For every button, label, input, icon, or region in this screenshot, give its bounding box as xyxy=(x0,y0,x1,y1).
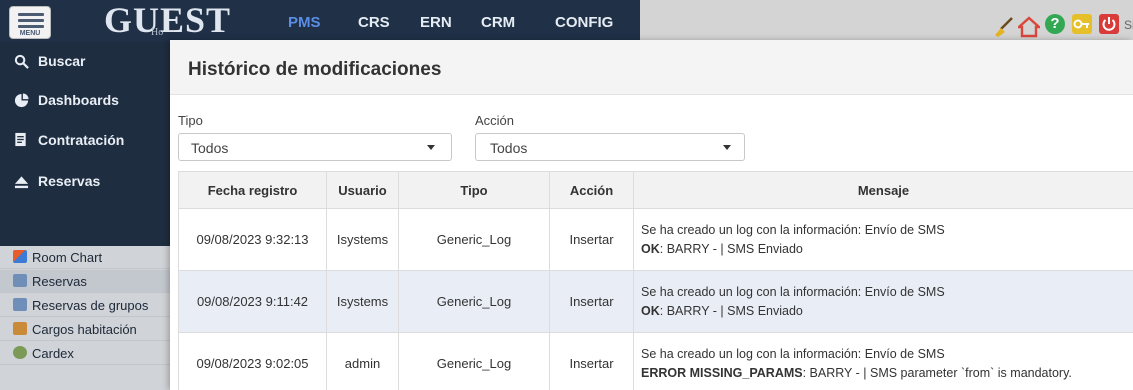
tipo-filter-select[interactable]: Todos xyxy=(178,133,452,161)
accion-filter-select[interactable]: Todos xyxy=(475,133,745,161)
sidebar-subitem-label: Cargos habitación xyxy=(32,322,137,337)
tipo-filter-value: Todos xyxy=(191,140,229,156)
cell-usuario: admin xyxy=(326,332,399,390)
room-charges-icon xyxy=(13,322,27,335)
sidebar-item-label: Buscar xyxy=(38,53,86,69)
chevron-down-icon xyxy=(723,145,731,150)
nav-crs[interactable]: CRS xyxy=(358,14,390,31)
sidebar: Buscar Dashboards Contratación Reservas … xyxy=(0,42,170,390)
cell-tipo: Generic_Log xyxy=(398,270,550,333)
cell-mensaje: Se ha creado un log con la información: … xyxy=(633,208,1133,271)
modal-header: Histórico de modificaciones xyxy=(170,40,1133,95)
message-status-line: ERROR MISSING_PARAMS: BARRY - | SMS para… xyxy=(641,364,1133,383)
key-icon[interactable] xyxy=(1072,14,1092,34)
cell-accion: Insertar xyxy=(549,332,634,390)
nav-crm[interactable]: CRM xyxy=(481,14,515,31)
reservation-icon xyxy=(13,274,27,287)
pie-chart-icon xyxy=(14,93,29,108)
cell-tipo: Generic_Log xyxy=(398,332,550,390)
cell-fecha: 09/08/2023 9:32:13 xyxy=(178,208,327,271)
sidebar-subitem-label: Reservas xyxy=(32,274,87,289)
sidebar-item-reservas[interactable]: Reservas xyxy=(0,162,170,202)
column-header-tipo[interactable]: Tipo xyxy=(398,171,550,209)
message-status-line: OK: BARRY - | SMS Enviado xyxy=(641,302,1133,321)
nav-pms[interactable]: PMS xyxy=(288,14,321,31)
cell-accion: Insertar xyxy=(549,208,634,271)
nav-config[interactable]: CONFIG xyxy=(555,14,613,31)
power-icon[interactable] xyxy=(1099,14,1119,34)
message-line: Se ha creado un log con la información: … xyxy=(641,222,945,237)
message-status: OK xyxy=(641,303,660,318)
sidebar-subitem-label: Cardex xyxy=(32,346,74,361)
modal-title: Histórico de modificaciones xyxy=(188,59,442,80)
sidebar-subitem-room-chart[interactable]: Room Chart xyxy=(0,246,170,269)
message-status-line: OK: BARRY - | SMS Enviado xyxy=(641,240,1133,259)
history-modal: Histórico de modificaciones Tipo Todos A… xyxy=(170,40,1133,390)
sidebar-item-contratacion[interactable]: Contratación xyxy=(0,121,170,161)
message-detail: : BARRY - | SMS parameter `from` is mand… xyxy=(802,365,1072,380)
message-detail: : BARRY - | SMS Enviado xyxy=(659,303,803,318)
table-row[interactable]: 09/08/2023 9:32:13 Isystems Generic_Log … xyxy=(178,208,1133,271)
nav-ern[interactable]: ERN xyxy=(420,14,452,31)
sidebar-subitem-cargos-habitacion[interactable]: Cargos habitación xyxy=(0,318,170,341)
cell-fecha: 09/08/2023 9:11:42 xyxy=(178,270,327,333)
accion-filter-label: Acción xyxy=(475,113,515,128)
cell-fecha: 09/08/2023 9:02:05 xyxy=(178,332,327,390)
sidebar-item-label: Reservas xyxy=(38,173,101,189)
group-reservation-icon xyxy=(13,298,27,311)
sidebar-item-label: Contratación xyxy=(38,132,125,148)
cell-usuario: Isystems xyxy=(326,270,399,333)
sidebar-item-dashboards[interactable]: Dashboards xyxy=(0,80,170,120)
app-logo-subtitle: Ho xyxy=(151,27,164,38)
sidebar-item-label: Dashboards xyxy=(38,92,119,108)
hamburger-icon xyxy=(18,13,44,16)
message-detail: : BARRY - | SMS Enviado xyxy=(659,241,803,256)
sidebar-subitem-label: Reservas de grupos xyxy=(32,298,149,313)
column-header-accion[interactable]: Acción xyxy=(549,171,634,209)
message-line: Se ha creado un log con la información: … xyxy=(641,284,945,299)
cell-usuario: Isystems xyxy=(326,208,399,271)
cell-mensaje: Se ha creado un log con la información: … xyxy=(633,270,1133,333)
cell-accion: Insertar xyxy=(549,270,634,333)
broom-icon[interactable] xyxy=(992,16,1014,38)
room-chart-icon xyxy=(13,250,27,263)
column-header-mensaje[interactable]: Mensaje xyxy=(633,171,1133,209)
column-header-usuario[interactable]: Usuario xyxy=(326,171,399,209)
sidebar-subitem-reservas[interactable]: Reservas xyxy=(0,270,170,293)
help-icon[interactable]: ? xyxy=(1045,14,1065,34)
sidebar-item-buscar[interactable]: Buscar xyxy=(0,42,170,82)
menu-button-label: MENU xyxy=(19,30,41,37)
history-table: Fecha registro Usuario Tipo Acción Mensa… xyxy=(178,171,1133,390)
app-logo: GUEST xyxy=(104,0,232,40)
user-name[interactable]: Si xyxy=(1124,18,1133,32)
cardex-icon xyxy=(13,346,27,359)
message-status: OK xyxy=(641,241,660,256)
table-row[interactable]: 09/08/2023 9:02:05 admin Generic_Log Ins… xyxy=(178,332,1133,390)
document-icon xyxy=(15,132,26,147)
chevron-down-icon xyxy=(427,145,435,150)
tipo-filter-label: Tipo xyxy=(178,113,203,128)
sidebar-subitem-label: Room Chart xyxy=(32,250,103,265)
sidebar-subitem-reservas-de-grupos[interactable]: Reservas de grupos xyxy=(0,294,170,317)
history-table-container: Fecha registro Usuario Tipo Acción Mensa… xyxy=(178,171,1133,390)
sidebar-subitem-cardex[interactable]: Cardex xyxy=(0,342,170,365)
cell-mensaje: Se ha creado un log con la información: … xyxy=(633,332,1133,390)
accion-filter-value: Todos xyxy=(490,140,528,156)
message-line: Se ha creado un log con la información: … xyxy=(641,346,945,361)
top-app-bar: MENU GUEST Ho PMS CRS ERN CRM CONFIG ? S… xyxy=(0,0,1133,42)
eject-icon xyxy=(14,176,29,189)
cell-tipo: Generic_Log xyxy=(398,208,550,271)
home-icon[interactable] xyxy=(1018,16,1040,38)
column-header-fecha[interactable]: Fecha registro xyxy=(178,171,327,209)
table-header-row: Fecha registro Usuario Tipo Acción Mensa… xyxy=(178,171,1133,209)
message-status: ERROR MISSING_PARAMS xyxy=(641,365,803,380)
search-icon xyxy=(14,54,29,69)
table-row[interactable]: 09/08/2023 9:11:42 Isystems Generic_Log … xyxy=(178,270,1133,333)
menu-button[interactable]: MENU xyxy=(9,6,51,39)
sidebar-submenu-reservas: Room Chart Reservas Reservas de grupos C… xyxy=(0,246,170,390)
